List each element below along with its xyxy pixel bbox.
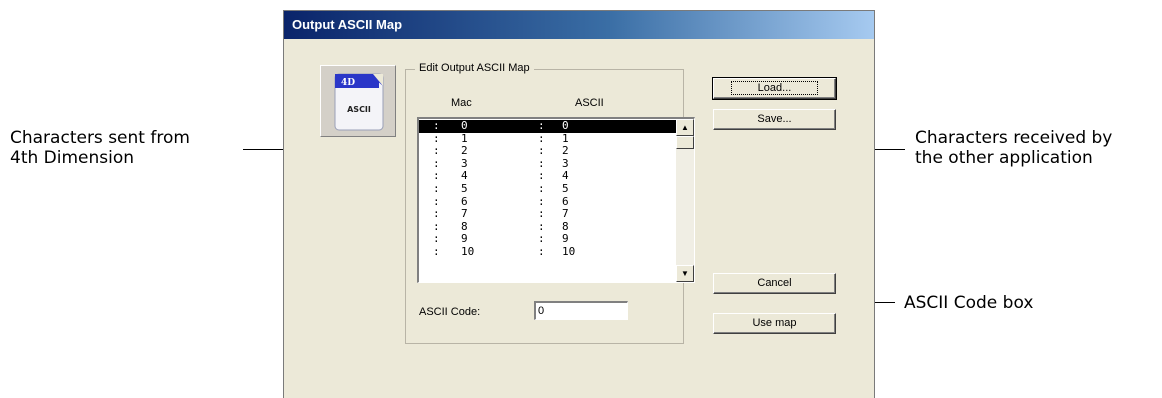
column-header-ascii: ASCII (575, 97, 604, 109)
row-separator-mac: : (433, 119, 440, 132)
row-mac-value: 3 (461, 156, 468, 170)
row-ascii-value: 2 (562, 144, 569, 158)
row-ascii-value: 4 (562, 169, 569, 183)
row-ascii-value: 5 (562, 181, 569, 195)
row-separator-mac: : (433, 194, 440, 208)
row-separator-mac: : (433, 232, 440, 246)
column-header-mac: Mac (451, 97, 472, 109)
row-ascii-value: 7 (562, 207, 569, 221)
list-item[interactable]: : 5: 5 (419, 181, 677, 196)
vertical-scrollbar[interactable]: ▲ ▼ (676, 119, 694, 282)
ascii-code-label: ASCII Code: (419, 306, 481, 318)
row-separator-ascii: : (538, 181, 545, 195)
callout-characters-sent: Characters sent from 4th Dimension (10, 128, 190, 168)
row-separator-ascii: : (538, 169, 545, 183)
load-button-label: Load... (730, 81, 819, 95)
row-ascii-value: 9 (562, 232, 569, 246)
ascii-map-list[interactable]: : 0: 0: 1: 1: 2: 2: 3: 3: 4: 4: 5: 5: 6: 6: 7: 7: 8: 8: 9: 9… (417, 117, 695, 283)
list-item[interactable]: : 1: 1 (419, 131, 677, 146)
scroll-down-button[interactable]: ▼ (676, 265, 694, 282)
row-separator-mac: : (433, 244, 440, 258)
row-mac-value: 10 (461, 244, 475, 258)
row-mac-value: 4 (461, 169, 468, 183)
row-separator-ascii: : (538, 119, 545, 132)
row-mac-value: 2 (461, 144, 468, 158)
row-separator-mac: : (433, 207, 440, 221)
row-separator-ascii: : (538, 244, 545, 258)
output-ascii-map-dialog: Output ASCII Map 4D ASCII Edit Output AS… (283, 10, 875, 398)
row-separator-mac: : (433, 156, 440, 170)
row-mac-value: 9 (461, 232, 468, 246)
row-mac-value: 5 (461, 181, 468, 195)
row-mac-value: 6 (461, 194, 468, 208)
row-separator-mac: : (433, 181, 440, 195)
row-ascii-value: 8 (562, 219, 569, 233)
save-button[interactable]: Save... (713, 109, 836, 130)
scroll-thumb[interactable] (676, 136, 694, 149)
row-separator-mac: : (433, 169, 440, 183)
group-label: Edit Output ASCII Map (415, 62, 534, 74)
scroll-up-button[interactable]: ▲ (676, 119, 694, 136)
row-separator-mac: : (433, 219, 440, 233)
callout-ascii-code-box: ASCII Code box (904, 293, 1034, 313)
row-mac-value: 0 (461, 119, 468, 132)
row-ascii-value: 6 (562, 194, 569, 208)
row-separator-mac: : (433, 131, 440, 145)
row-mac-value: 1 (461, 131, 468, 145)
list-item[interactable]: : 3: 3 (419, 156, 677, 171)
load-button[interactable]: Load... (712, 77, 837, 100)
list-item[interactable]: : 4: 4 (419, 170, 677, 183)
ascii-code-input[interactable] (534, 301, 628, 320)
row-mac-value: 7 (461, 207, 468, 221)
row-separator-ascii: : (538, 219, 545, 233)
list-item[interactable]: : 7: 7 (419, 208, 677, 221)
list-item[interactable]: : 10: 10 (419, 244, 677, 259)
callout-characters-received: Characters received by the other applica… (915, 128, 1113, 168)
row-separator-ascii: : (538, 144, 545, 158)
row-separator-ascii: : (538, 156, 545, 170)
title-bar[interactable]: Output ASCII Map (284, 11, 874, 39)
dialog-title: Output ASCII Map (292, 17, 403, 32)
list-item[interactable]: : 0: 0 (419, 120, 677, 133)
row-separator-mac: : (433, 144, 440, 158)
use-map-button[interactable]: Use map (713, 313, 836, 334)
cancel-button[interactable]: Cancel (713, 273, 836, 294)
list-item[interactable]: : 8: 8 (419, 219, 677, 234)
logo-text: ASCII (347, 105, 371, 114)
row-ascii-value: 1 (562, 131, 569, 145)
row-separator-ascii: : (538, 131, 545, 145)
row-separator-ascii: : (538, 232, 545, 246)
row-ascii-value: 3 (562, 156, 569, 170)
row-ascii-value: 10 (562, 244, 576, 258)
list-item[interactable]: : 6: 6 (419, 194, 677, 209)
list-item[interactable]: : 9: 9 (419, 233, 677, 246)
row-ascii-value: 0 (562, 119, 569, 132)
logo-badge: 4D (341, 78, 355, 88)
list-rows: : 0: 0: 1: 1: 2: 2: 3: 3: 4: 4: 5: 5: 6: 6: 7: 7: 8: 8: 9: 9… (419, 120, 677, 259)
document-ascii-icon: 4D ASCII (334, 73, 384, 131)
row-separator-ascii: : (538, 194, 545, 208)
list-item[interactable]: : 2: 2 (419, 145, 677, 158)
row-mac-value: 8 (461, 219, 468, 233)
ascii-map-logo: 4D ASCII (320, 65, 396, 137)
row-separator-ascii: : (538, 207, 545, 221)
